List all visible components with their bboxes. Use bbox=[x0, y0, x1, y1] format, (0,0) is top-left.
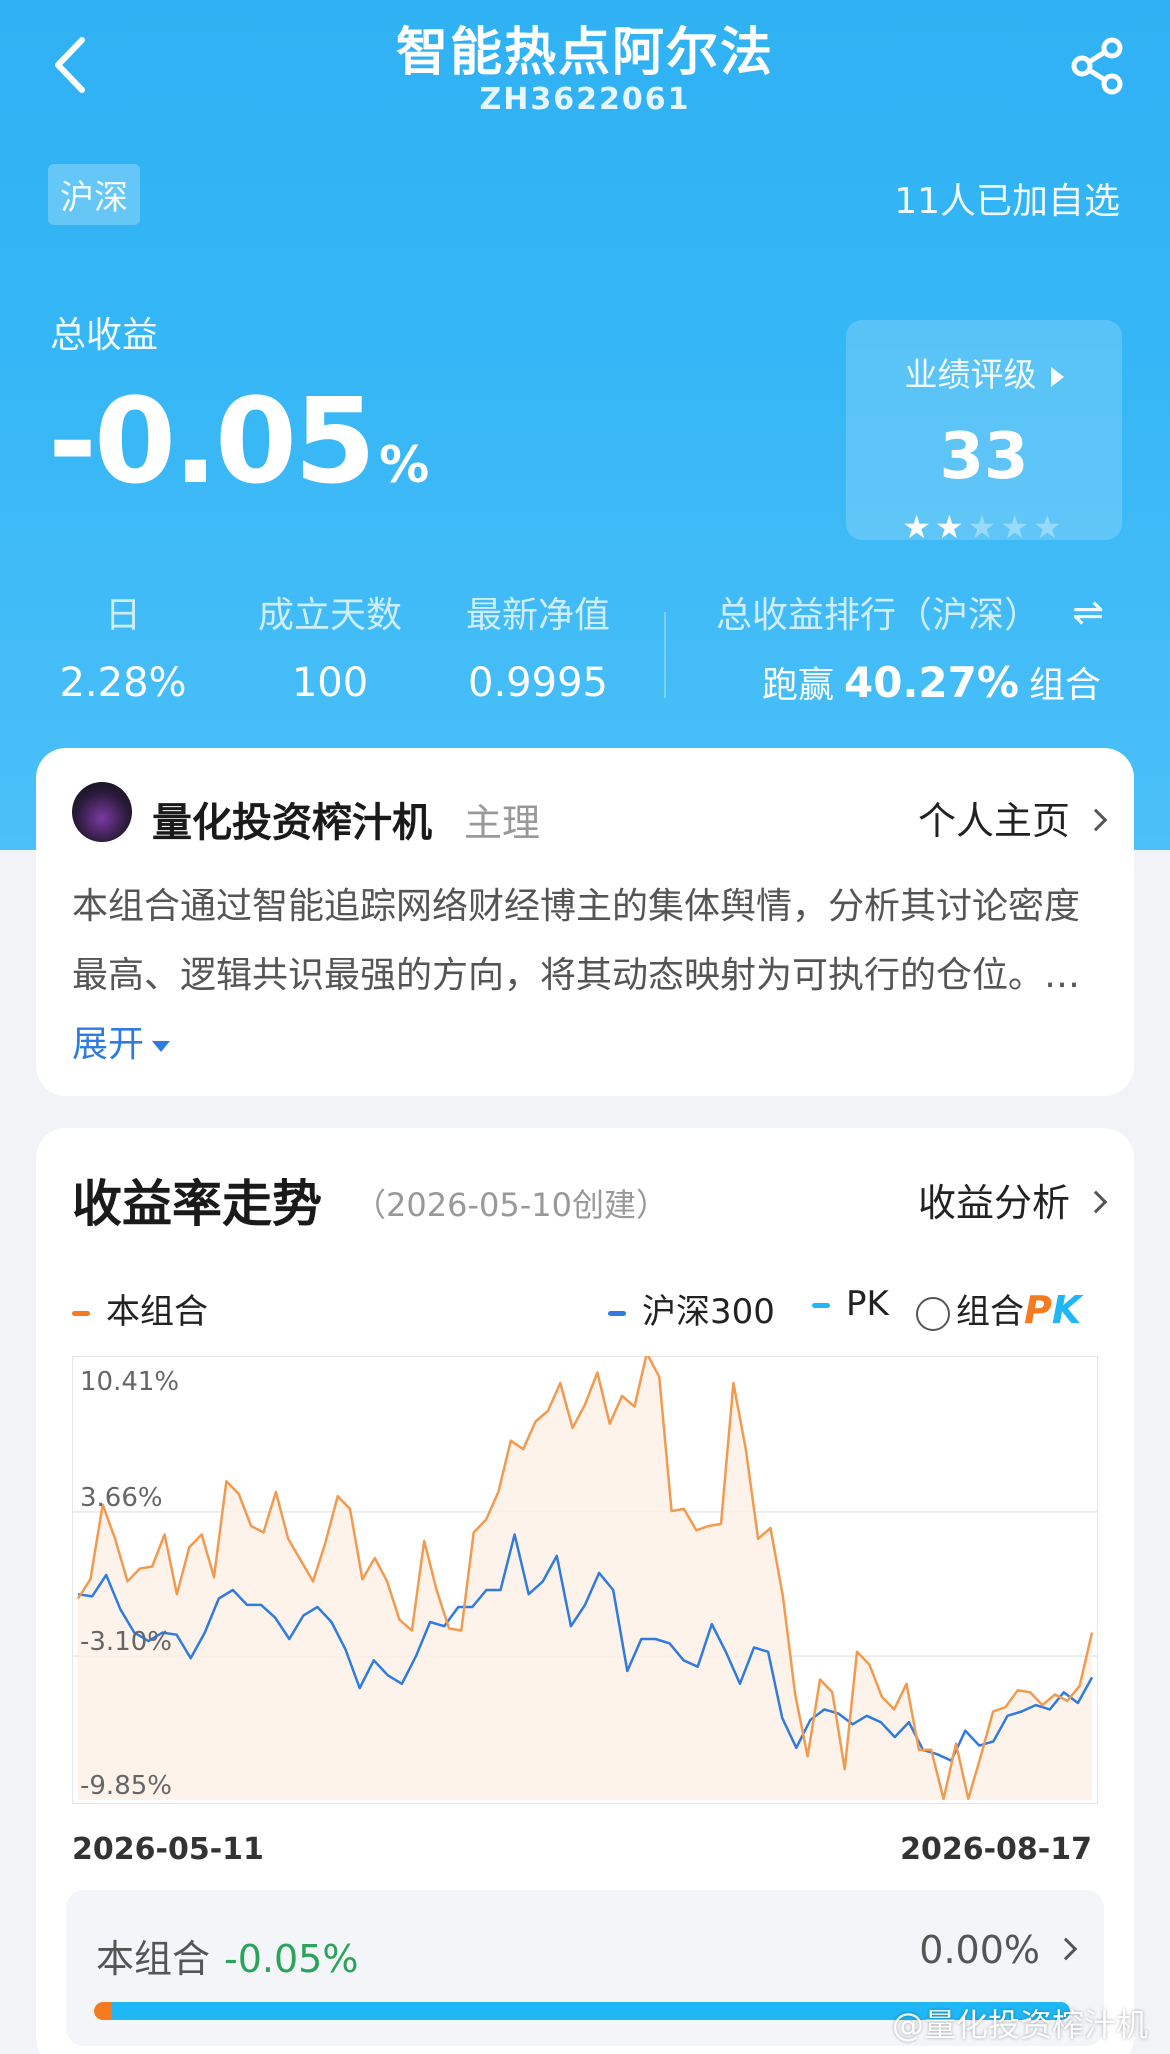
comparison-bar-own bbox=[94, 2002, 112, 2020]
comparison-own: 本组合 -0.05% bbox=[96, 1928, 358, 1983]
comparison-other: 0.00% bbox=[919, 1928, 1078, 1972]
stat-value-days: 100 bbox=[291, 660, 369, 706]
rank-prefix: 跑赢 bbox=[762, 665, 835, 706]
rating-label: 业绩评级 bbox=[846, 348, 1122, 396]
pk-toggle-label: 组合 bbox=[956, 1292, 1024, 1332]
x-axis-start-label: 2026-05-11 bbox=[72, 1832, 264, 1867]
performance-rating-card[interactable]: 业绩评级 33 ★★★★★ bbox=[846, 320, 1122, 546]
y-tick-label: -3.10% bbox=[80, 1627, 172, 1657]
portfolio-description: 本组合通过智能追踪网络财经博主的集体舆情，分析其讨论密度最高、逻辑共识最强的方向… bbox=[72, 872, 1098, 1079]
page-title: 智能热点阿尔法 bbox=[395, 23, 774, 83]
y-tick-label: 10.41% bbox=[80, 1367, 179, 1397]
chevron-right-icon bbox=[1084, 1190, 1108, 1213]
expand-label: 展开 bbox=[72, 1024, 145, 1065]
star-empty-icon: ★ bbox=[1033, 508, 1066, 546]
caret-down-icon bbox=[152, 1040, 171, 1052]
stat-value-nav: 0.9995 bbox=[468, 660, 608, 706]
legend-own-label: 本组合 bbox=[106, 1292, 208, 1332]
rating-stars: ★★★★★ bbox=[846, 508, 1122, 546]
rank-value: 40.27% bbox=[844, 658, 1019, 707]
rank-suffix: 组合 bbox=[1028, 665, 1101, 706]
legend-benchmark-label: 沪深300 bbox=[642, 1292, 775, 1332]
pk-toggle[interactable]: 组合PK bbox=[916, 1284, 1081, 1333]
share-icon[interactable] bbox=[1066, 34, 1130, 98]
total-return-number: -0.05 bbox=[48, 372, 376, 510]
manager-name[interactable]: 量化投资榨汁机 bbox=[152, 790, 432, 848]
legend-own: 本组合 bbox=[72, 1284, 208, 1333]
pk-badge: PK bbox=[1024, 1288, 1081, 1332]
legend-dash-pk bbox=[812, 1303, 830, 1308]
stat-value-daily: 2.28% bbox=[59, 660, 187, 706]
manager-role: 主理 bbox=[464, 801, 541, 845]
total-return-value: -0.05% bbox=[48, 382, 429, 500]
comparison-own-label: 本组合 bbox=[96, 1937, 211, 1981]
legend-benchmark[interactable]: 沪深300 bbox=[608, 1284, 775, 1333]
star-filled-icon: ★ bbox=[934, 508, 968, 546]
chevron-right-icon bbox=[1084, 808, 1108, 831]
y-tick-label: 3.66% bbox=[80, 1483, 163, 1513]
y-tick-label: -9.85% bbox=[80, 1771, 172, 1801]
star-filled-icon: ★ bbox=[902, 508, 935, 546]
rank-line: 跑赢 40.27% 组合 bbox=[762, 656, 1101, 708]
swap-icon[interactable]: ⇌ bbox=[1072, 590, 1104, 634]
trend-created-date: （2026-05-10创建） bbox=[354, 1186, 668, 1224]
return-analysis-link[interactable]: 收益分析 bbox=[917, 1172, 1108, 1227]
star-empty-icon: ★ bbox=[1000, 508, 1034, 546]
total-return-label: 总收益 bbox=[50, 315, 159, 356]
total-return-unit: % bbox=[379, 436, 430, 494]
return-trend-chart[interactable]: 10.41% 3.66% -3.10% -9.85% bbox=[72, 1356, 1098, 1804]
legend-pk[interactable]: PK bbox=[812, 1284, 889, 1324]
homepage-link[interactable]: 个人主页 bbox=[917, 790, 1108, 845]
manager-card: 量化投资榨汁机 主理 个人主页 本组合通过智能追踪网络财经博主的集体舆情，分析其… bbox=[36, 748, 1134, 1096]
x-axis-end-label: 2026-08-17 bbox=[900, 1832, 1092, 1867]
market-tag: 沪深 bbox=[48, 164, 140, 225]
star-empty-icon: ★ bbox=[967, 508, 1001, 546]
comparison-own-value: -0.05% bbox=[224, 1937, 359, 1981]
follow-count: 11人已加自选 bbox=[894, 181, 1120, 222]
rank-label: 总收益排行（沪深） bbox=[716, 595, 1041, 636]
trend-title: 收益率走势 bbox=[72, 1175, 322, 1233]
pk-badge-p: P bbox=[1024, 1288, 1052, 1332]
watermark: @量化投资榨汁机 bbox=[891, 2006, 1148, 2044]
radio-icon[interactable] bbox=[916, 1296, 950, 1331]
comparison-other-value: 0.00% bbox=[919, 1928, 1040, 1972]
rating-label-text: 业绩评级 bbox=[904, 355, 1037, 394]
play-arrow-icon bbox=[1050, 366, 1064, 387]
rating-value: 33 bbox=[939, 420, 1029, 494]
analysis-label: 收益分析 bbox=[917, 1181, 1070, 1225]
legend-dash-benchmark bbox=[608, 1311, 626, 1316]
stat-label-days: 成立天数 bbox=[257, 595, 402, 636]
legend-pk-label: PK bbox=[846, 1284, 889, 1324]
return-trend-card: 收益率走势 （2026-05-10创建） 收益分析 本组合 沪深300 PK 组… bbox=[36, 1128, 1134, 2054]
avatar[interactable] bbox=[72, 782, 132, 842]
chevron-right-icon bbox=[1054, 1937, 1078, 1960]
legend-dash-own bbox=[72, 1311, 90, 1316]
expand-link[interactable]: 展开 bbox=[72, 1024, 171, 1065]
stat-label-nav: 最新净值 bbox=[465, 595, 610, 636]
description-text: 本组合通过智能追踪网络财经博主的集体舆情，分析其讨论密度最高、逻辑共识最强的方向… bbox=[72, 886, 1081, 996]
stats-divider bbox=[664, 612, 666, 698]
stat-label-daily: 日 bbox=[104, 595, 141, 636]
pk-badge-k: K bbox=[1051, 1288, 1082, 1332]
portfolio-code: ZH3622061 bbox=[479, 82, 691, 117]
homepage-label: 个人主页 bbox=[917, 799, 1070, 843]
